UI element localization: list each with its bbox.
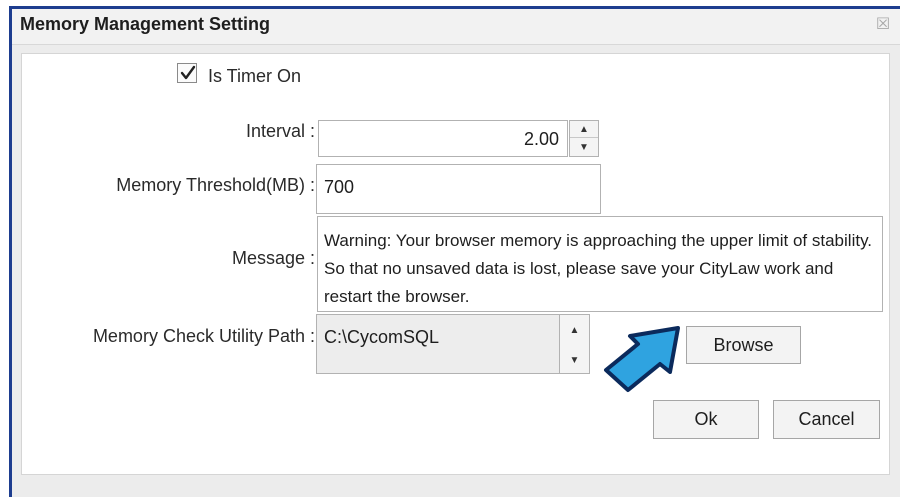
interval-input[interactable]: 2.00 — [318, 120, 568, 157]
ok-button[interactable]: Ok — [653, 400, 759, 439]
close-icon[interactable]: ☒ — [874, 17, 892, 33]
browse-button[interactable]: Browse — [686, 326, 801, 364]
threshold-input[interactable]: 700 — [316, 164, 601, 214]
arrow-up-icon[interactable]: ▲ — [560, 321, 589, 341]
timer-checkbox-label: Is Timer On — [208, 66, 302, 86]
path-value: C:\CycomSQL — [324, 327, 440, 347]
arrow-down-icon[interactable]: ▼ — [570, 139, 598, 156]
dialog-title: Memory Management Setting — [20, 14, 271, 34]
interval-label: Interval : — [245, 121, 315, 141]
path-input[interactable]: C:\CycomSQL — [316, 314, 560, 374]
interval-value: 2.00 — [523, 129, 559, 149]
threshold-value: 700 — [324, 177, 355, 197]
arrow-down-icon[interactable]: ▼ — [560, 351, 589, 371]
path-label: Memory Check Utility Path : — [92, 326, 315, 346]
message-textarea[interactable]: Warning: Your browser memory is approach… — [317, 216, 883, 312]
checkmark-icon — [180, 65, 196, 80]
timer-checkbox[interactable] — [177, 63, 197, 83]
pointer-arrow-icon — [604, 326, 680, 392]
screen: Memory Management Setting ☒ Is Timer On … — [0, 0, 900, 497]
arrow-up-icon[interactable]: ▲ — [570, 121, 598, 138]
message-label: Message : — [231, 248, 315, 268]
title-bar: Memory Management Setting ☒ — [12, 9, 900, 45]
cancel-button[interactable]: Cancel — [773, 400, 880, 439]
threshold-label: Memory Threshold(MB) : — [116, 175, 315, 195]
interval-spinner[interactable]: ▲ ▼ — [569, 120, 599, 157]
path-scrollbar[interactable]: ▲ ▼ — [560, 314, 590, 374]
